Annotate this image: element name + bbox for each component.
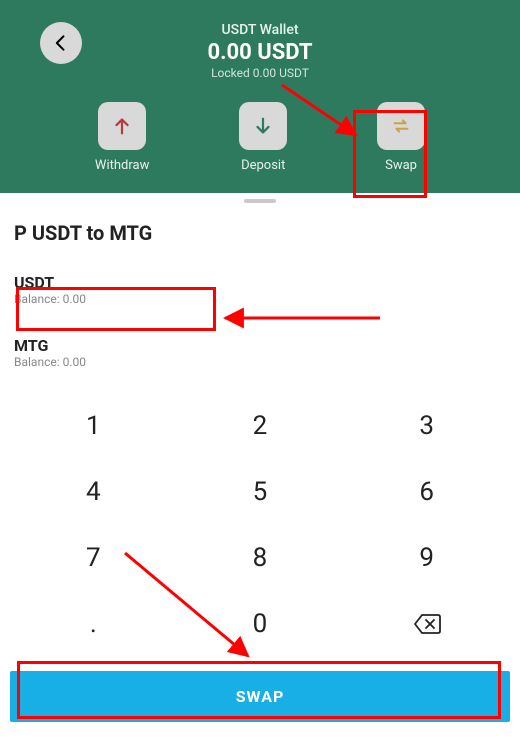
key-7[interactable]: 7 <box>10 539 177 577</box>
wallet-locked: Locked 0.00 USDT <box>20 66 500 80</box>
wallet-balance: 0.00 USDT <box>20 40 500 65</box>
key-3[interactable]: 3 <box>343 407 510 445</box>
to-currency-field[interactable]: MTG Balance: 0.00 <box>10 334 510 371</box>
swap-icon <box>390 115 412 137</box>
key-9[interactable]: 9 <box>343 539 510 577</box>
from-currency-field[interactable]: USDT Balance: 0.00 <box>10 271 510 308</box>
numeric-keypad: 1 2 3 4 5 6 7 8 9 . 0 <box>10 407 510 643</box>
deposit-label: Deposit <box>241 158 285 173</box>
withdraw-label: Withdraw <box>95 158 149 173</box>
to-balance: Balance: 0.00 <box>14 355 506 369</box>
sheet-title: P USDT to MTG <box>10 221 510 245</box>
from-symbol: USDT <box>14 273 506 292</box>
swap-action[interactable]: Swap <box>377 102 425 173</box>
backspace-icon <box>413 613 441 635</box>
to-symbol: MTG <box>14 336 506 355</box>
wallet-header: USDT Wallet 0.00 USDT Locked 0.00 USDT W… <box>0 0 520 193</box>
withdraw-action[interactable]: Withdraw <box>95 102 149 173</box>
deposit-action[interactable]: Deposit <box>239 102 287 173</box>
arrow-up-icon <box>111 115 133 137</box>
arrow-left-icon <box>51 33 71 53</box>
key-8[interactable]: 8 <box>177 539 344 577</box>
arrow-down-icon <box>252 115 274 137</box>
key-4[interactable]: 4 <box>10 473 177 511</box>
key-backspace[interactable] <box>343 605 510 643</box>
wallet-actions: Withdraw Deposit Swap <box>20 102 500 177</box>
swap-sheet: P USDT to MTG USDT Balance: 0.00 MTG Bal… <box>0 203 520 643</box>
key-6[interactable]: 6 <box>343 473 510 511</box>
swap-button[interactable]: SWAP <box>10 671 510 722</box>
swap-label: Swap <box>385 158 417 173</box>
wallet-title: USDT Wallet <box>20 22 500 38</box>
key-5[interactable]: 5 <box>177 473 344 511</box>
key-1[interactable]: 1 <box>10 407 177 445</box>
key-2[interactable]: 2 <box>177 407 344 445</box>
from-balance: Balance: 0.00 <box>14 292 506 306</box>
back-button[interactable] <box>40 22 82 64</box>
key-dot[interactable]: . <box>10 605 177 643</box>
key-0[interactable]: 0 <box>177 605 344 643</box>
